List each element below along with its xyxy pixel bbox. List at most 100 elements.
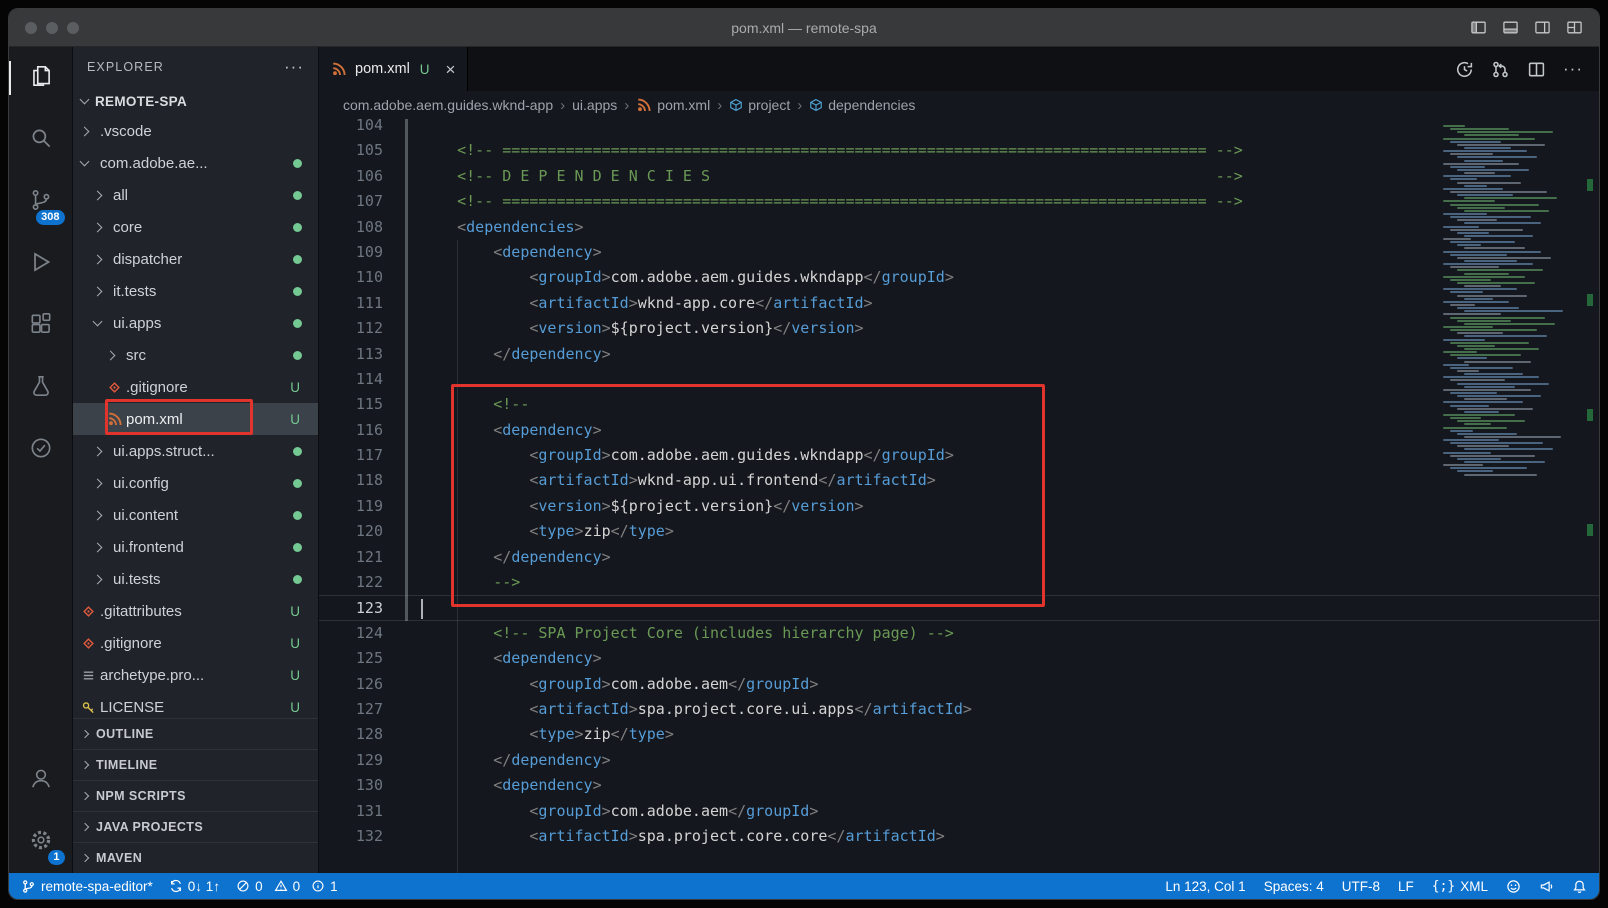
explorer-folder-core[interactable]: core (73, 211, 318, 243)
explorer-folder-ui-config[interactable]: ui.config (73, 467, 318, 499)
code-text[interactable]: <groupId>com.adobe.aem</groupId> (421, 672, 818, 697)
tab-pom-xml[interactable]: pom.xml U × (319, 47, 468, 91)
sidebar-section-npm-scripts[interactable]: NPM SCRIPTS (73, 780, 318, 811)
code-text[interactable]: <dependencies> (421, 215, 584, 240)
line-number[interactable]: 111 (319, 291, 383, 316)
line-number[interactable]: 129 (319, 748, 383, 773)
line-number[interactable]: 114 (319, 367, 383, 392)
explorer-file-gitattributes[interactable]: .gitattributesU (73, 595, 318, 627)
feedback-smiley-icon[interactable] (1506, 879, 1521, 894)
line-number[interactable]: 110 (319, 265, 383, 290)
cursor-position-item[interactable]: Ln 123, Col 1 (1165, 879, 1245, 894)
code-text[interactable]: <dependency> (421, 418, 602, 443)
code-line[interactable]: 113 </dependency> (319, 342, 1599, 367)
breadcrumb-item-project[interactable]: project (729, 97, 790, 113)
line-number[interactable]: 127 (319, 697, 383, 722)
code-text[interactable]: <groupId>com.adobe.aem.guides.wkndapp</g… (421, 265, 954, 290)
sync-changes-item[interactable]: 0↓ 1↑ (169, 879, 220, 894)
code-text[interactable]: <groupId>com.adobe.aem</groupId> (421, 799, 818, 824)
line-number[interactable]: 108 (319, 215, 383, 240)
code-text[interactable]: <dependency> (421, 646, 602, 671)
line-number[interactable]: 123 (319, 596, 383, 619)
language-mode-item[interactable]: {;} XML (1432, 879, 1488, 894)
code-line[interactable]: 105 <!-- ===============================… (319, 138, 1599, 163)
toggle-primary-sidebar-icon[interactable] (1470, 19, 1487, 36)
line-number[interactable]: 124 (319, 621, 383, 646)
code-line[interactable]: 108 <dependencies> (319, 215, 1599, 240)
explorer-folder-vscode[interactable]: .vscode (73, 115, 318, 147)
sidebar-more-actions-icon[interactable]: ··· (284, 57, 304, 77)
line-number[interactable]: 104 (319, 119, 383, 138)
explorer-folder-src[interactable]: src (73, 339, 318, 371)
explorer-folder-all[interactable]: all (73, 179, 318, 211)
code-line[interactable]: 132 <artifactId>spa.project.core.core</a… (319, 824, 1599, 849)
code-line[interactable]: 112 <version>${project.version}</version… (319, 316, 1599, 341)
code-text[interactable]: <!-- D E P E N D E N C I E S --> (421, 164, 1243, 189)
zoom-window-button[interactable] (67, 22, 79, 34)
sidebar-section-outline[interactable]: OUTLINE (73, 718, 318, 749)
code-text[interactable]: <version>${project.version}</version> (421, 494, 864, 519)
workspace-root-row[interactable]: REMOTE-SPA (73, 87, 318, 115)
compare-changes-icon[interactable] (1491, 60, 1510, 79)
code-line[interactable]: 131 <groupId>com.adobe.aem</groupId> (319, 799, 1599, 824)
sidebar-section-maven[interactable]: MAVEN (73, 842, 318, 873)
code-editor[interactable]: 104105 <!-- ============================… (319, 119, 1599, 873)
code-line[interactable]: 122 --> (319, 570, 1599, 595)
source-control-activity-button[interactable]: 308 (9, 171, 73, 233)
line-number[interactable]: 117 (319, 443, 383, 468)
code-line[interactable]: 128 <type>zip</type> (319, 722, 1599, 747)
extensions-activity-button[interactable] (9, 295, 73, 357)
line-number[interactable]: 126 (319, 672, 383, 697)
code-text[interactable]: <!-- ===================================… (421, 189, 1243, 214)
explorer-folder-ui-content[interactable]: ui.content (73, 499, 318, 531)
line-number[interactable]: 113 (319, 342, 383, 367)
explorer-file-gitignore[interactable]: .gitignoreU (73, 627, 318, 659)
code-line[interactable]: 120 <type>zip</type> (319, 519, 1599, 544)
line-number[interactable]: 112 (319, 316, 383, 341)
explorer-folder-dispatcher[interactable]: dispatcher (73, 243, 318, 275)
explorer-file-pom-xml[interactable]: pom.xmlU (73, 403, 318, 435)
account-activity-button[interactable] (9, 749, 73, 811)
line-number[interactable]: 107 (319, 189, 383, 214)
code-text[interactable]: <!-- SPA Project Core (includes hierarch… (421, 621, 954, 646)
breadcrumb-item-ui-apps[interactable]: ui.apps (572, 97, 617, 113)
code-line[interactable]: 110 <groupId>com.adobe.aem.guides.wkndap… (319, 265, 1599, 290)
announcement-megaphone-icon[interactable] (1539, 879, 1554, 894)
code-text[interactable]: <version>${project.version}</version> (421, 316, 864, 341)
line-number[interactable]: 106 (319, 164, 383, 189)
line-number[interactable]: 109 (319, 240, 383, 265)
line-number[interactable]: 120 (319, 519, 383, 544)
eol-item[interactable]: LF (1398, 879, 1414, 894)
explorer-folder-ui-apps-struct[interactable]: ui.apps.struct... (73, 435, 318, 467)
customize-layout-icon[interactable] (1566, 19, 1583, 36)
code-text[interactable]: </dependency> (421, 342, 611, 367)
code-line[interactable]: 109 <dependency> (319, 240, 1599, 265)
line-number[interactable]: 132 (319, 824, 383, 849)
testing-activity-button[interactable] (9, 357, 73, 419)
code-text[interactable]: </dependency> (421, 545, 611, 570)
breadcrumb-item-com-adobe-aem-guides-wknd-app[interactable]: com.adobe.aem.guides.wknd-app (343, 97, 553, 113)
indentation-item[interactable]: Spaces: 4 (1264, 879, 1324, 894)
line-number[interactable]: 115 (319, 392, 383, 417)
code-text[interactable]: <dependency> (421, 773, 602, 798)
explorer-folder-it-tests[interactable]: it.tests (73, 275, 318, 307)
code-text[interactable]: --> (421, 570, 520, 595)
code-line[interactable]: 115 <!-- (319, 392, 1599, 417)
minimap[interactable] (1441, 125, 1565, 477)
tab-close-icon[interactable]: × (446, 61, 456, 78)
code-text[interactable]: <artifactId>wknd-app.ui.frontend</artifa… (421, 468, 936, 493)
code-line[interactable]: 104 (319, 119, 1599, 138)
problems-item[interactable]: 0 0 1 (236, 879, 338, 894)
explorer-activity-button[interactable] (9, 47, 73, 109)
line-number[interactable]: 122 (319, 570, 383, 595)
notifications-bell-icon[interactable] (1572, 879, 1587, 894)
code-text[interactable]: <artifactId>spa.project.core.ui.apps</ar… (421, 697, 972, 722)
code-text[interactable]: <groupId>com.adobe.aem.guides.wkndapp</g… (421, 443, 954, 468)
settings-activity-button[interactable]: 1 (9, 811, 73, 873)
tasks-activity-button[interactable] (9, 419, 73, 481)
explorer-file-gitignore[interactable]: .gitignoreU (73, 371, 318, 403)
timeline-history-icon[interactable] (1455, 60, 1474, 79)
explorer-folder-ui-frontend[interactable]: ui.frontend (73, 531, 318, 563)
code-line[interactable]: 117 <groupId>com.adobe.aem.guides.wkndap… (319, 443, 1599, 468)
code-text[interactable]: </dependency> (421, 748, 611, 773)
